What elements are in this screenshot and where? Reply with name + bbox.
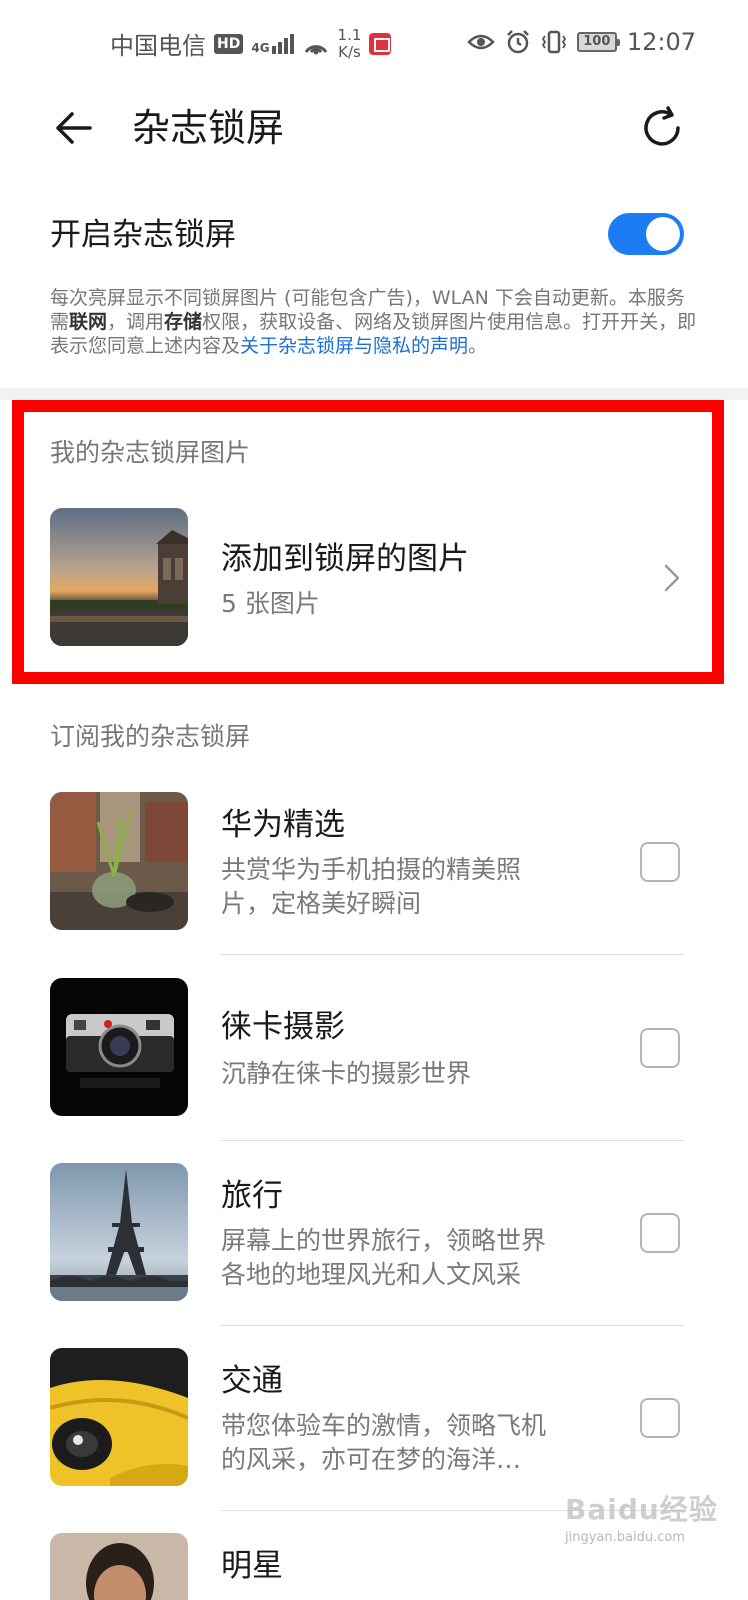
vibrate-icon bbox=[541, 30, 566, 54]
hd-icon: HD bbox=[214, 33, 244, 54]
subscription-checkbox[interactable] bbox=[640, 1028, 680, 1068]
magazine-lock-switch[interactable] bbox=[608, 213, 684, 255]
hotspot-icon bbox=[304, 44, 327, 54]
subscription-title: 明星 bbox=[221, 1548, 283, 1584]
page-title: 杂志锁屏 bbox=[132, 106, 285, 150]
subscription-title: 交通 bbox=[221, 1363, 283, 1399]
subscription-desc-line1: 沉静在徕卡的摄影世界 bbox=[221, 1059, 472, 1088]
app-header: 杂志锁屏 bbox=[0, 88, 748, 168]
privacy-statement-link[interactable]: 关于杂志锁屏与隐私的声明 bbox=[240, 335, 468, 357]
service-description: 每次亮屏显示不同锁屏图片 (可能包含广告)，WLAN 下会自动更新。本服务需联网… bbox=[50, 287, 697, 357]
leica-thumbnail bbox=[50, 978, 188, 1116]
subscriptions-section-title: 订阅我的杂志锁屏 bbox=[50, 722, 251, 751]
clock: 12:07 bbox=[626, 28, 696, 56]
subscription-desc-line2: 的风采，亦可在梦的海洋… bbox=[221, 1445, 522, 1474]
subscription-title: 华为精选 bbox=[221, 807, 345, 843]
alarm-icon bbox=[506, 30, 529, 54]
network-speed: 1.1 K/s bbox=[337, 25, 362, 61]
back-arrow-icon[interactable] bbox=[52, 106, 96, 150]
subscription-checkbox[interactable] bbox=[640, 1398, 680, 1438]
divider bbox=[221, 954, 684, 955]
subscription-desc-line2: 各地的地理风光和人文风采 bbox=[221, 1260, 522, 1289]
huawei-selection-thumbnail bbox=[50, 792, 188, 930]
subscription-desc-line1: 共赏华为手机拍摄的精美照 bbox=[221, 855, 522, 884]
status-left: 中国电信 HD 4G 1.1 K/s bbox=[110, 25, 392, 61]
refresh-icon[interactable] bbox=[638, 104, 686, 152]
baidu-watermark: Baidu经验 jingyan.baidu.com bbox=[565, 1493, 718, 1545]
status-right: 100 12:07 bbox=[467, 28, 696, 56]
divider bbox=[221, 1140, 684, 1141]
signal-icon: 4G bbox=[251, 33, 294, 54]
app-notification-icon bbox=[369, 32, 392, 55]
subscription-item-huawei-selection[interactable]: 华为精选 共赏华为手机拍摄的精美照 片，定格美好瞬间 bbox=[0, 792, 748, 978]
magazine-lock-toggle-row: 开启杂志锁屏 bbox=[0, 200, 748, 270]
subscription-item-travel[interactable]: 旅行 屏幕上的世界旅行，领略世界 各地的地理风光和人文风采 bbox=[0, 1163, 748, 1349]
travel-thumbnail bbox=[50, 1163, 188, 1301]
celebrity-thumbnail bbox=[50, 1533, 188, 1600]
carrier-name: 中国电信 bbox=[110, 32, 206, 60]
subscription-desc-line2: 片，定格美好瞬间 bbox=[221, 889, 422, 918]
battery-icon: 100 bbox=[576, 32, 620, 52]
subscription-title: 徕卡摄影 bbox=[221, 1009, 345, 1045]
transport-thumbnail bbox=[50, 1348, 188, 1486]
eye-icon bbox=[467, 34, 495, 50]
section-separator bbox=[0, 388, 748, 400]
subscription-desc-line1: 屏幕上的世界旅行，领略世界 bbox=[221, 1226, 547, 1255]
subscription-desc-line1: 带您体验车的激情，领略飞机 bbox=[221, 1411, 547, 1440]
highlight-box bbox=[12, 400, 724, 684]
subscription-title: 旅行 bbox=[221, 1178, 283, 1214]
status-bar: 中国电信 HD 4G 1.1 K/s 100 12:07 bbox=[0, 0, 748, 88]
subscription-checkbox[interactable] bbox=[640, 842, 680, 882]
subscription-checkbox[interactable] bbox=[640, 1213, 680, 1253]
toggle-label: 开启杂志锁屏 bbox=[50, 217, 236, 253]
switch-knob bbox=[646, 217, 680, 251]
divider bbox=[221, 1325, 684, 1326]
subscription-item-leica[interactable]: 徕卡摄影 沉静在徕卡的摄影世界 bbox=[0, 978, 748, 1164]
